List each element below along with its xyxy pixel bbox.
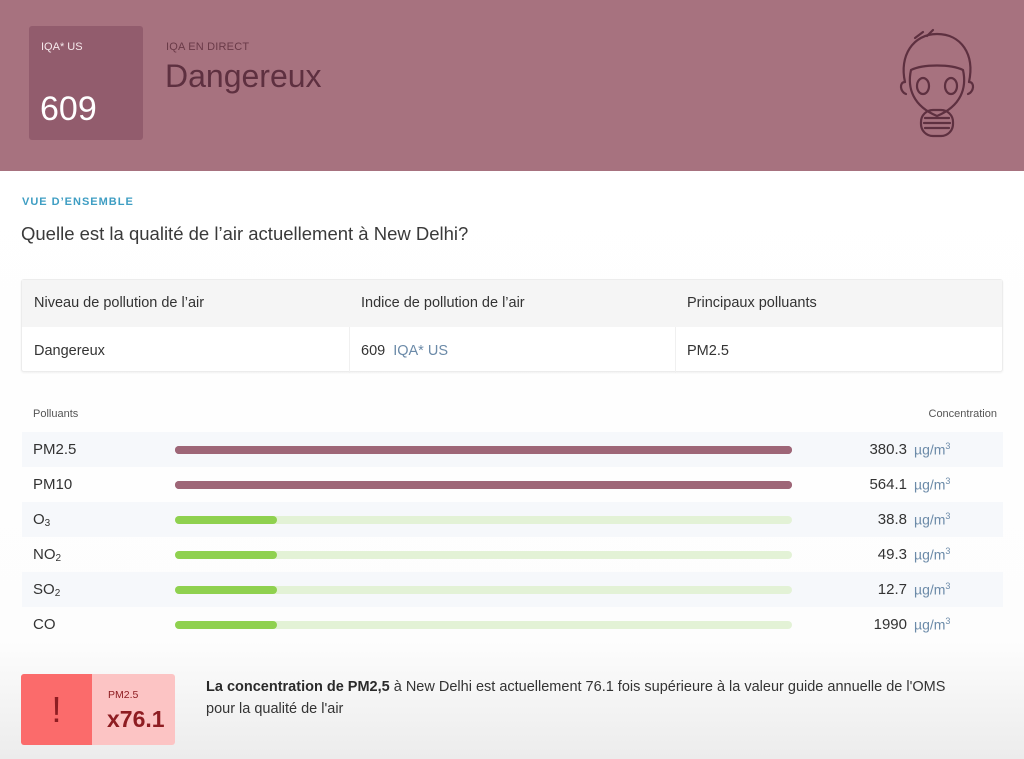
alert-multiplier: x76.1 [107, 706, 165, 732]
pollutant-row: CO 1990 µg/m3 [22, 607, 1003, 642]
pollutants-header: Polluants [33, 408, 79, 420]
pollutant-row: SO2 12.7 µg/m3 [22, 572, 1003, 607]
header-level: Niveau de pollution de l’air [34, 295, 205, 311]
pollutant-concentration: 380.3 [869, 441, 907, 458]
pollutant-row: O3 38.8 µg/m3 [22, 502, 1003, 537]
concentration-unit: µg/m3 [914, 476, 950, 493]
pollutant-name: O3 [33, 511, 50, 529]
gas-mask-icon [899, 28, 975, 138]
pollutant-row: PM10 564.1 µg/m3 [22, 467, 1003, 502]
pollutant-name: CO [33, 616, 56, 633]
pollutant-name-base: SO [33, 581, 55, 598]
unit-superscript: 3 [945, 616, 951, 626]
pollutant-name-base: O [33, 511, 45, 528]
header-index: Indice de pollution de l’air [361, 295, 525, 311]
pollutant-level-track [175, 586, 792, 594]
pollutant-concentration: 12.7 [877, 581, 907, 598]
aqi-scale-label: IQA* US [41, 41, 83, 53]
pollutant-concentration: 38.8 [877, 511, 907, 528]
who-alert-badge: ! PM2.5 x76.1 [21, 674, 175, 745]
section-label: VUE D’ENSEMBLE [22, 196, 134, 208]
concentration-unit: µg/m3 [914, 546, 950, 563]
pollutant-level-track [175, 446, 792, 454]
cell-index: 609 IQA* US [361, 343, 448, 359]
pollutant-name: PM10 [33, 476, 72, 493]
pollutant-concentration: 1990 [873, 616, 907, 633]
column-divider [675, 327, 676, 373]
aqi-value: 609 [40, 90, 97, 128]
unit-superscript: 3 [945, 511, 951, 521]
pollutant-name-base: CO [33, 616, 56, 633]
alert-description: La concentration de PM2,5 à New Delhi es… [206, 676, 966, 720]
pollutant-name: SO2 [33, 581, 60, 599]
pollutant-name-suffix: 2.5 [55, 441, 77, 458]
unit-base: µg/m [914, 511, 946, 528]
pollutant-level-bar [175, 551, 277, 559]
concentration-unit: µg/m3 [914, 581, 950, 598]
concentration-unit: µg/m3 [914, 511, 950, 528]
unit-base: µg/m [914, 441, 946, 458]
pollutant-level-track [175, 481, 792, 489]
pollutant-concentration: 564.1 [869, 476, 907, 493]
header-main-pollutant: Principaux polluants [687, 295, 817, 311]
pollutant-level-bar [175, 516, 277, 524]
pollutant-name-base: NO [33, 546, 56, 563]
unit-base: µg/m [914, 476, 946, 493]
pollutant-name: PM2.5 [33, 441, 76, 458]
unit-superscript: 3 [945, 441, 951, 451]
pollutant-name-subscript: 3 [44, 518, 51, 529]
pollutant-level-bar [175, 586, 277, 594]
unit-superscript: 3 [945, 476, 951, 486]
pollutant-concentration: 49.3 [877, 546, 907, 563]
concentration-header: Concentration [928, 408, 998, 420]
pollutant-level-bar [175, 621, 277, 629]
concentration-unit: µg/m3 [914, 441, 950, 458]
pollutant-name-base: PM [33, 476, 56, 493]
unit-base: µg/m [914, 581, 946, 598]
live-aqi-label: IQA EN DIRECT [166, 41, 250, 53]
pollutant-name-suffix: 10 [55, 476, 73, 493]
exclamation-icon: ! [21, 674, 92, 745]
index-value: 609 [361, 343, 386, 359]
aqi-status: Dangereux [165, 58, 322, 94]
pollutant-row: NO2 49.3 µg/m3 [22, 537, 1003, 572]
pollutant-level-bar [175, 481, 792, 489]
pollutant-level-bar [175, 446, 792, 454]
unit-superscript: 3 [945, 581, 951, 591]
pollutant-row: PM2.5 380.3 µg/m3 [22, 432, 1003, 467]
main-content: VUE D’ENSEMBLE Quelle est la qualité de … [0, 171, 1024, 759]
index-unit: IQA* US [393, 343, 448, 359]
cell-level: Dangereux [34, 343, 105, 359]
pollutant-level-track [175, 551, 792, 559]
aqi-hero-banner: IQA* US 609 IQA EN DIRECT Dangereux [0, 0, 1024, 171]
pollutant-name-subscript: 2 [54, 588, 61, 599]
alert-text-bold: La concentration de PM2,5 [206, 679, 390, 695]
unit-base: µg/m [914, 546, 946, 563]
pollutant-level-track [175, 621, 792, 629]
unit-base: µg/m [914, 616, 946, 633]
unit-superscript: 3 [945, 546, 951, 556]
alert-pollutant-label: PM2.5 [108, 689, 139, 701]
pollutant-name-base: PM [33, 441, 56, 458]
page-question: Quelle est la qualité de l’air actuellem… [21, 223, 469, 244]
pollutant-name-subscript: 2 [55, 553, 62, 564]
concentration-unit: µg/m3 [914, 616, 950, 633]
column-divider [349, 327, 350, 373]
cell-main-pollutant: PM2.5 [687, 343, 729, 359]
pollutant-name: NO2 [33, 546, 61, 564]
summary-table: Niveau de pollution de l’air Indice de p… [21, 279, 1003, 373]
pollutant-level-track [175, 516, 792, 524]
aqi-score-box: IQA* US 609 [29, 26, 143, 140]
